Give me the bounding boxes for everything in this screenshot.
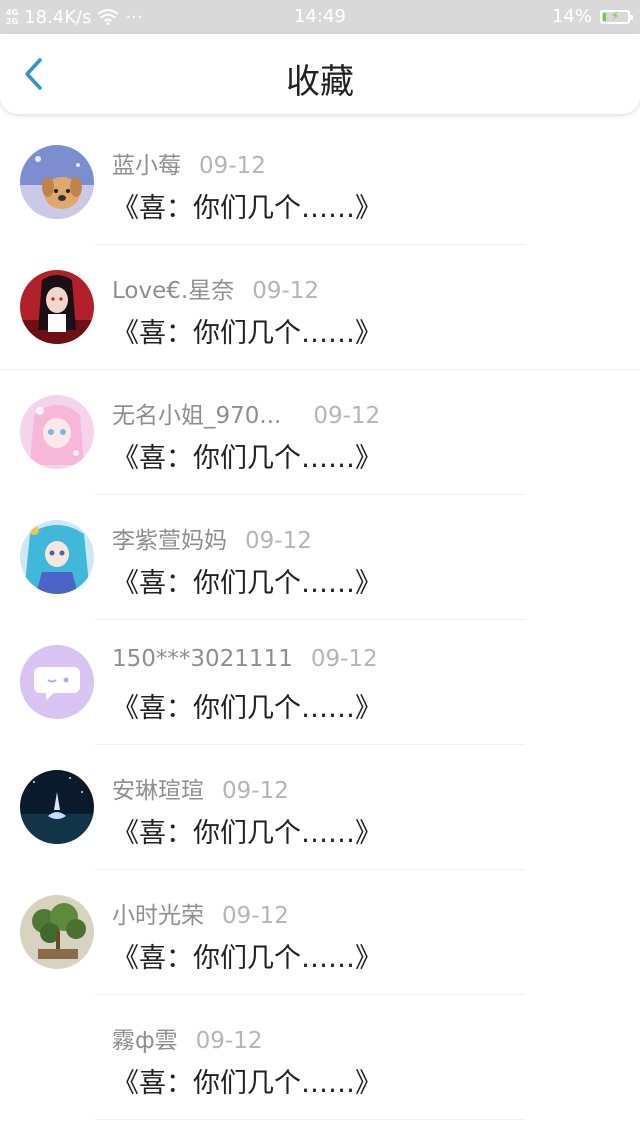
item-meta: 安琳瑄瑄 09-12 (112, 771, 289, 805)
battery-percent: 14% (551, 6, 592, 27)
list-item[interactable]: 霧ф雲 09-12 《喜：你们几个……》 (0, 995, 640, 1120)
list-item[interactable]: 小时光荣 09-12 《喜：你们几个……》 (0, 870, 640, 995)
item-meta: 无名小姐_970... 09-12 (112, 396, 380, 430)
item-date: 09-12 (222, 903, 289, 929)
page-title: 收藏 (286, 62, 354, 102)
item-message: 《喜：你们几个……》 (112, 943, 382, 974)
list-item[interactable]: 蓝小莓 09-12 《喜：你们几个……》 (0, 120, 640, 245)
item-meta: 150***3021111 09-12 (112, 646, 378, 672)
divider (95, 1119, 525, 1120)
item-meta: 李紫萱妈妈 09-12 (112, 521, 312, 555)
nav-header: 收藏 (0, 34, 640, 114)
list-item[interactable]: 无名小姐_970... 09-12 《喜：你们几个……》 (0, 370, 640, 495)
item-date: 09-12 (245, 528, 312, 554)
list-item[interactable]: 李紫萱妈妈 09-12 《喜：你们几个……》 (0, 495, 640, 620)
clock: 14:49 (294, 6, 346, 27)
default-chat-avatar-icon[interactable] (20, 645, 94, 719)
item-date: 09-12 (199, 153, 266, 179)
item-meta: 小时光荣 09-12 (112, 896, 289, 930)
charging-icon: ⚡ (611, 8, 620, 23)
status-bar: 4G 2G 18.4K/s ··· 14:49 14% ⚡ (0, 0, 640, 34)
item-message: 《喜：你们几个……》 (112, 318, 382, 349)
user-name: 安琳瑄瑄 (112, 778, 204, 804)
item-meta: Love€.星奈 09-12 (112, 271, 319, 305)
list-item[interactable]: Love€.星奈 09-12 《喜：你们几个……》 (0, 245, 640, 370)
user-name: 霧ф雲 (112, 1028, 178, 1054)
anime-girl-red-avatar-icon[interactable] (20, 270, 94, 344)
user-name: 小时光荣 (112, 903, 204, 929)
user-name: 李紫萱妈妈 (112, 528, 227, 554)
item-message: 《喜：你们几个……》 (112, 693, 382, 724)
night-scene-avatar-icon[interactable] (20, 770, 94, 844)
item-message: 《喜：你们几个……》 (112, 443, 382, 474)
anime-girl-pink-avatar-icon[interactable] (20, 395, 94, 469)
item-message: 《喜：你们几个……》 (112, 818, 382, 849)
anime-girl-blue-avatar-icon[interactable] (20, 520, 94, 594)
puppy-avatar-icon[interactable] (20, 145, 94, 219)
favorites-list: 蓝小莓 09-12 《喜：你们几个……》 Love€.星奈 09-12 《喜：你们几… (0, 120, 640, 1120)
item-meta: 霧ф雲 09-12 (112, 1021, 263, 1055)
battery-level (603, 12, 606, 21)
list-item[interactable]: 150***3021111 09-12 《喜：你们几个……》 (0, 620, 640, 745)
bonsai-avatar-icon[interactable] (20, 895, 94, 969)
item-date: 09-12 (222, 778, 289, 804)
item-meta: 蓝小莓 09-12 (112, 146, 266, 180)
item-date: 09-12 (252, 278, 320, 304)
list-item[interactable]: 安琳瑄瑄 09-12 《喜：你们几个……》 (0, 745, 640, 870)
battery-icon: ⚡ (600, 8, 633, 24)
user-name: 无名小姐_970... (112, 403, 282, 429)
item-date: 09-12 (195, 1028, 263, 1054)
item-message: 《喜：你们几个……》 (112, 568, 382, 599)
user-name: 150***3021111 (112, 646, 293, 672)
item-date: 09-12 (310, 646, 378, 672)
user-name: Love€.星奈 (112, 278, 235, 304)
item-date: 09-12 (313, 403, 381, 429)
item-message: 《喜：你们几个……》 (112, 1068, 382, 1099)
user-name: 蓝小莓 (112, 153, 181, 179)
item-message: 《喜：你们几个……》 (112, 193, 382, 224)
status-right: 14% ⚡ (551, 6, 633, 27)
